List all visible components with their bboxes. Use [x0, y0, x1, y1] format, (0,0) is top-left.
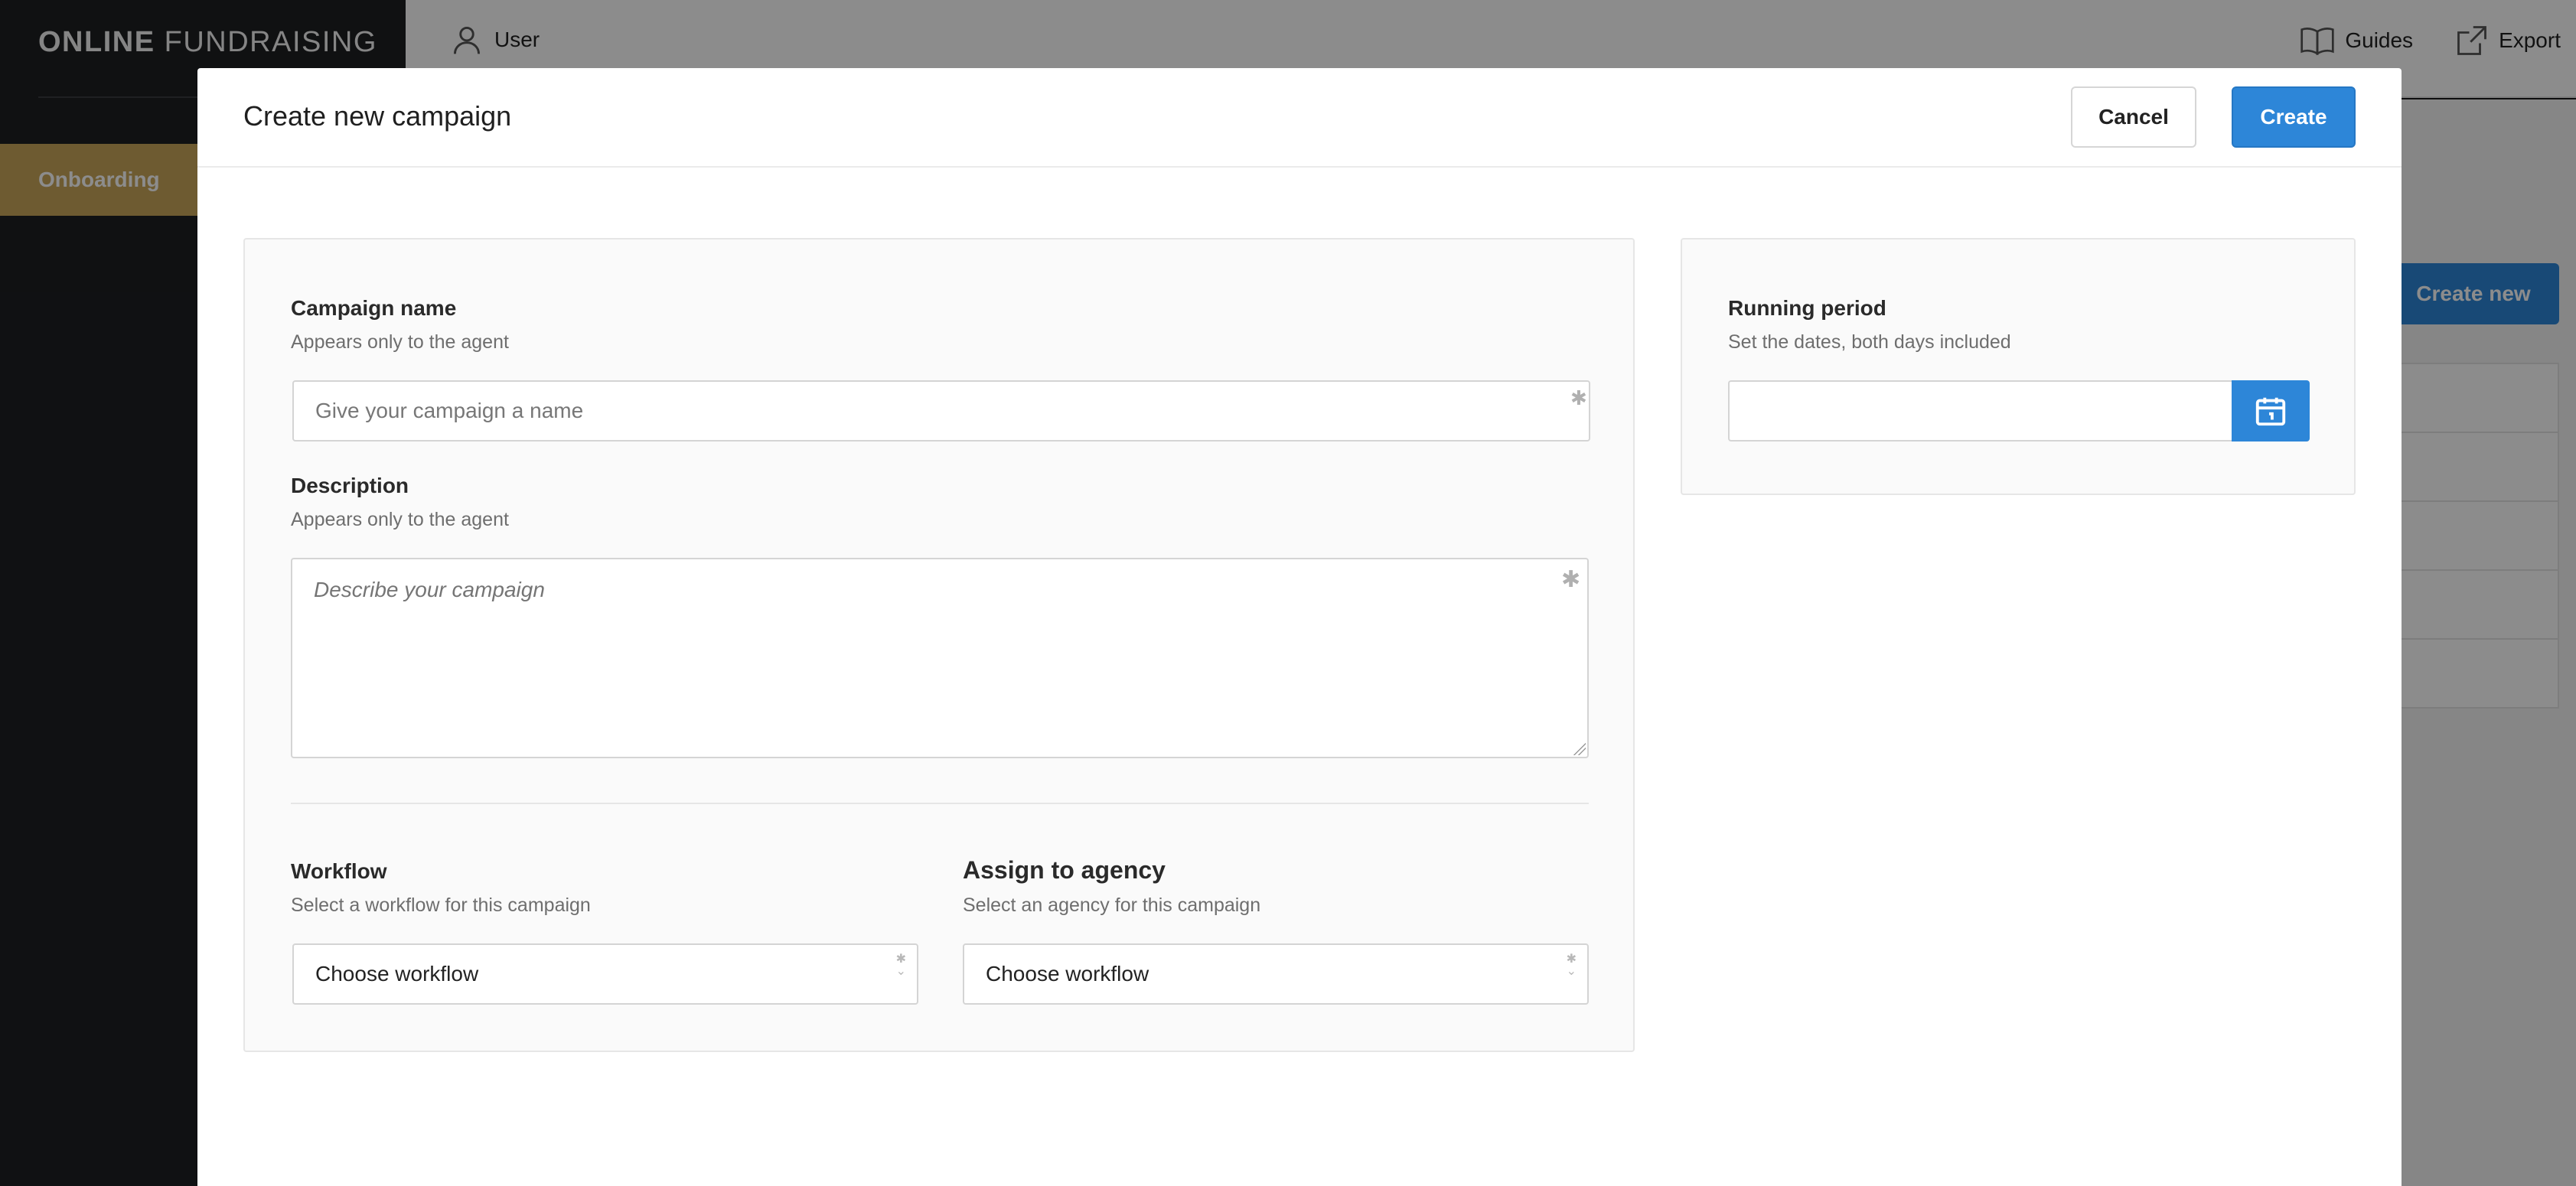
- agency-selected-value: Choose workflow: [986, 962, 1149, 986]
- workflow-label: Workflow: [291, 859, 387, 883]
- campaign-name-input[interactable]: [292, 380, 1590, 441]
- campaign-name-label: Campaign name: [291, 296, 457, 320]
- chevron-updown-icon: ✱ ⌄: [1566, 953, 1577, 978]
- campaign-name-hint: Appears only to the agent: [291, 331, 509, 353]
- asterisk-icon: ✱: [1561, 567, 1581, 592]
- modal-title: Create new campaign: [243, 100, 512, 132]
- app-root: ONLINE FUNDRAISING Onboarding User Guide…: [0, 0, 2576, 1186]
- resize-handle[interactable]: [1572, 741, 1586, 755]
- running-period-panel: Running period Set the dates, both days …: [1681, 238, 2356, 495]
- campaign-details-panel: Campaign name Appears only to the agent …: [243, 238, 1635, 1052]
- create-campaign-modal: Create new campaign Cancel Create Campai…: [197, 68, 2402, 1186]
- section-divider: [291, 803, 1589, 804]
- calendar-button[interactable]: [2232, 380, 2310, 441]
- agency-label: Assign to agency: [963, 856, 1166, 884]
- cancel-button[interactable]: Cancel: [2071, 86, 2196, 148]
- workflow-selected-value: Choose workflow: [315, 962, 479, 986]
- description-label: Description: [291, 474, 409, 497]
- workflow-select[interactable]: Choose workflow ✱ ⌄: [292, 943, 918, 1005]
- running-period-hint: Set the dates, both days included: [1728, 331, 2011, 353]
- modal-header: Create new campaign Cancel Create: [197, 68, 2402, 168]
- asterisk-icon: ✱: [1570, 386, 1587, 409]
- description-hint: Appears only to the agent: [291, 509, 509, 530]
- running-period-input[interactable]: [1728, 380, 2233, 441]
- calendar-icon: [2255, 397, 2286, 426]
- chevron-updown-icon: ✱ ⌄: [895, 953, 906, 978]
- agency-select[interactable]: Choose workflow ✱ ⌄: [963, 943, 1589, 1005]
- running-period-label: Running period: [1728, 296, 1886, 320]
- workflow-hint: Select a workflow for this campaign: [291, 894, 591, 916]
- description-textarea[interactable]: [291, 558, 1589, 758]
- agency-hint: Select an agency for this campaign: [963, 894, 1261, 916]
- create-button[interactable]: Create: [2232, 86, 2356, 148]
